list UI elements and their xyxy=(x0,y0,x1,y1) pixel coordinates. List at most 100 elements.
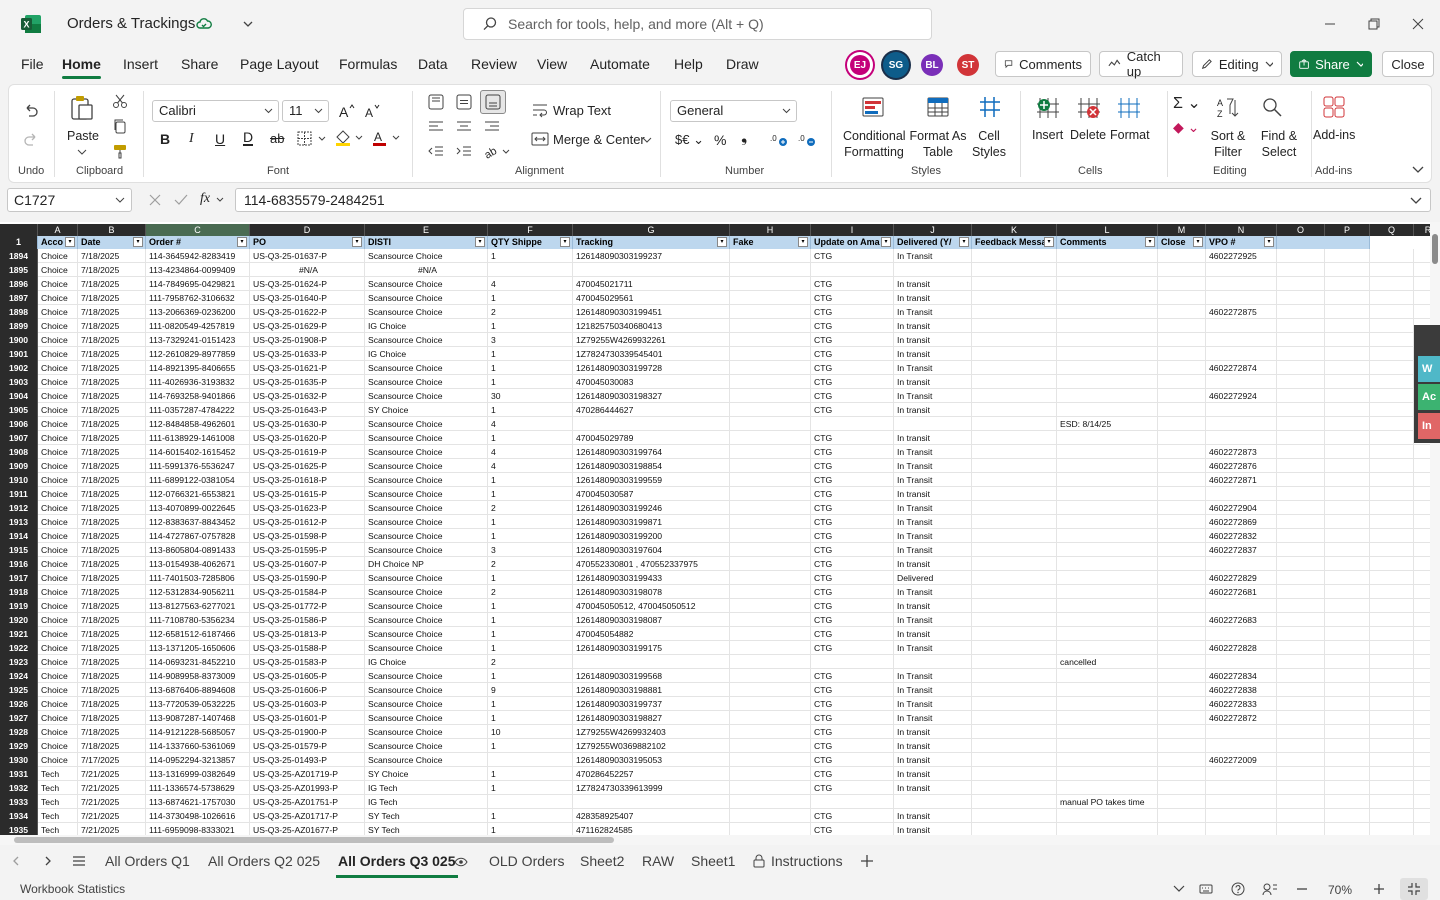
table-cell[interactable] xyxy=(1057,501,1158,515)
table-cell[interactable]: 7/18/2025 xyxy=(78,389,146,403)
table-cell[interactable] xyxy=(1370,753,1414,767)
table-cell[interactable]: 7/18/2025 xyxy=(78,739,146,753)
filter-dropdown-icon[interactable]: ▾ xyxy=(717,237,727,247)
table-cell[interactable]: 1 xyxy=(488,529,573,543)
table-cell[interactable]: US-Q3-25-01813-P xyxy=(250,627,365,641)
table-cell[interactable]: CTG xyxy=(811,739,894,753)
table-cell[interactable]: Choice xyxy=(38,333,78,347)
table-cell[interactable]: 1Z79255W4269932403 xyxy=(573,725,730,739)
table-cell[interactable] xyxy=(894,795,972,809)
table-cell[interactable] xyxy=(1277,683,1325,697)
table-row[interactable]: 1908 Choice 7/18/2025 114-6015402-1615452 US… xyxy=(0,445,1430,459)
table-cell[interactable]: 1 xyxy=(488,739,573,753)
table-cell[interactable] xyxy=(1206,599,1277,613)
table-row[interactable]: 1904 Choice 7/18/2025 114-7693258-9401866 US… xyxy=(0,389,1430,403)
table-cell[interactable] xyxy=(1057,263,1158,277)
keyboard-icon[interactable] xyxy=(1199,882,1213,896)
table-cell[interactable] xyxy=(1277,445,1325,459)
table-cell[interactable] xyxy=(972,459,1057,473)
table-cell[interactable]: SY Tech xyxy=(365,809,488,823)
table-cell[interactable]: US-Q3-25-01615-P xyxy=(250,487,365,501)
table-cell[interactable]: 7/18/2025 xyxy=(78,333,146,347)
insert-function-icon[interactable]: fx xyxy=(200,191,210,207)
table-row[interactable]: 1932 Tech 7/21/2025 111-1336574-5738629 US-Q… xyxy=(0,781,1430,795)
delete-cells-button[interactable]: Delete xyxy=(1070,128,1106,142)
table-cell[interactable]: US-Q3-25-01493-P xyxy=(250,753,365,767)
table-cell[interactable]: CTG xyxy=(811,305,894,319)
table-cell[interactable]: 111-6138929-1461008 xyxy=(146,431,250,445)
table-cell[interactable]: 1Z7824730339613999 xyxy=(573,781,730,795)
table-cell[interactable] xyxy=(488,795,573,809)
table-cell[interactable] xyxy=(1057,529,1158,543)
table-cell[interactable] xyxy=(573,263,730,277)
sheet-tab-old-orders[interactable]: OLD Orders xyxy=(489,853,564,869)
table-cell[interactable] xyxy=(1325,305,1370,319)
table-cell[interactable]: Tech xyxy=(38,767,78,781)
table-cell[interactable] xyxy=(730,347,811,361)
table-cell[interactable] xyxy=(1158,277,1206,291)
table-cell[interactable]: 1 xyxy=(488,403,573,417)
table-cell[interactable]: US-Q3-25-AZ01993-P xyxy=(250,781,365,795)
table-cell[interactable]: In Transit xyxy=(894,445,972,459)
table-row[interactable]: 1926 Choice 7/18/2025 113-7720539-0532225 US… xyxy=(0,697,1430,711)
delete-cells-icon[interactable] xyxy=(1077,96,1101,120)
table-cell[interactable] xyxy=(1325,655,1370,669)
table-cell[interactable] xyxy=(1325,389,1370,403)
table-cell[interactable] xyxy=(1158,795,1206,809)
table-cell[interactable]: US-Q3-25-AZ01717-P xyxy=(250,809,365,823)
table-cell[interactable]: Scansource Choice xyxy=(365,305,488,319)
table-cell[interactable] xyxy=(1325,249,1370,263)
table-cell[interactable] xyxy=(972,333,1057,347)
table-cell[interactable]: Choice xyxy=(38,291,78,305)
table-row[interactable]: 1913 Choice 7/18/2025 112-8383637-8843452 US… xyxy=(0,515,1430,529)
table-cell[interactable] xyxy=(1370,445,1414,459)
table-cell[interactable] xyxy=(1158,739,1206,753)
table-cell[interactable]: 1 xyxy=(488,319,573,333)
table-cell[interactable]: US-Q3-25-01622-P xyxy=(250,305,365,319)
row-number[interactable]: 1904 xyxy=(0,389,38,403)
number-format-select[interactable]: General xyxy=(670,100,797,122)
table-cell[interactable] xyxy=(1370,319,1414,333)
table-cell[interactable]: 126148090303199175 xyxy=(573,641,730,655)
table-cell[interactable] xyxy=(1370,263,1414,277)
table-cell[interactable]: Scansource Choice xyxy=(365,725,488,739)
table-cell[interactable] xyxy=(488,753,573,767)
table-cell[interactable] xyxy=(894,655,972,669)
table-cell[interactable] xyxy=(1325,431,1370,445)
table-cell[interactable]: Scansource Choice xyxy=(365,417,488,431)
table-cell[interactable] xyxy=(1206,319,1277,333)
table-header-cell[interactable]: Date ▾ xyxy=(78,236,146,249)
insert-cells-icon[interactable] xyxy=(1036,96,1060,120)
column-header-j[interactable]: J xyxy=(894,224,972,236)
table-cell[interactable] xyxy=(1277,669,1325,683)
table-cell[interactable] xyxy=(1325,669,1370,683)
table-cell[interactable] xyxy=(1057,291,1158,305)
table-cell[interactable]: Choice xyxy=(38,361,78,375)
table-cell[interactable] xyxy=(1158,599,1206,613)
table-cell[interactable] xyxy=(972,403,1057,417)
table-cell[interactable]: 4602272876 xyxy=(1206,459,1277,473)
table-cell[interactable]: 114-7849695-0429821 xyxy=(146,277,250,291)
font-name-select[interactable]: Calibri xyxy=(152,100,279,122)
table-cell[interactable]: CTG xyxy=(811,711,894,725)
table-cell[interactable] xyxy=(1057,389,1158,403)
document-title[interactable]: Orders & Trackings xyxy=(67,15,195,32)
table-cell[interactable] xyxy=(1370,501,1414,515)
table-cell[interactable]: US-Q3-25-01595-P xyxy=(250,543,365,557)
table-cell[interactable]: 10 xyxy=(488,725,573,739)
filter-dropdown-icon[interactable]: ▾ xyxy=(133,237,143,247)
table-cell[interactable] xyxy=(1158,473,1206,487)
table-cell[interactable] xyxy=(730,795,811,809)
table-cell[interactable] xyxy=(1206,795,1277,809)
table-cell[interactable] xyxy=(1057,669,1158,683)
table-header-cell[interactable]: Acco ▾ xyxy=(38,236,78,249)
column-header-m[interactable]: M xyxy=(1158,224,1206,236)
table-cell[interactable]: 126148090303198087 xyxy=(573,613,730,627)
table-header-cell[interactable]: VPO # ▾ xyxy=(1206,236,1277,249)
table-cell[interactable]: 7/18/2025 xyxy=(78,473,146,487)
table-cell[interactable]: 7/21/2025 xyxy=(78,767,146,781)
table-cell[interactable]: 7/18/2025 xyxy=(78,501,146,515)
table-cell[interactable] xyxy=(1277,655,1325,669)
table-cell[interactable]: 7/18/2025 xyxy=(78,529,146,543)
table-cell[interactable]: In Transit xyxy=(894,683,972,697)
